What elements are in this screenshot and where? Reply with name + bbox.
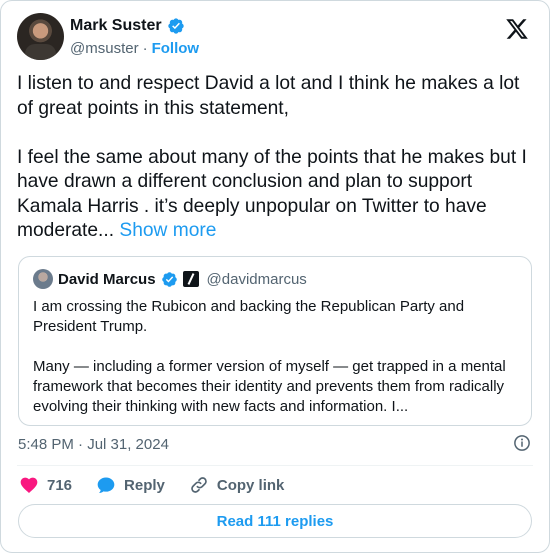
copy-link-button[interactable]: Copy link [189,475,285,495]
reply-label: Reply [124,476,165,494]
author-name-row: Mark Suster [70,17,185,35]
x-logo-icon[interactable] [505,17,529,41]
like-count: 716 [47,476,73,494]
heart-icon [20,477,38,493]
info-icon[interactable] [513,434,531,452]
link-icon [191,477,207,493]
quoted-verified-badge-icon [161,271,177,287]
tweet-timestamp[interactable]: 5:48 PM · Jul 31, 2024 [18,436,169,453]
tweet-text: I listen to and respect David a lot and … [17,72,537,244]
divider [17,465,533,466]
quoted-paragraph-2: Many — including a former version of mys… [33,358,506,415]
reply-bubble-icon [97,477,115,493]
quoted-paragraph-1: I am crossing the Rubicon and backing th… [33,298,465,335]
action-bar: 716 Reply Copy link [19,475,308,495]
tweet-paragraph-2-text: I feel the same about many of the points… [17,146,527,242]
verified-badge-icon [167,18,184,34]
author-handle-row: @msuster · Follow [70,40,199,57]
author-handle[interactable]: @msuster [70,40,139,57]
quoted-header: David Marcus @davidmarcus [33,269,307,289]
quoted-avatar [33,269,53,289]
tweet-header: Mark Suster @msuster · Follow [17,13,533,61]
like-button[interactable]: 716 [19,475,72,495]
tweet-paragraph-2: I feel the same about many of the points… [17,146,537,244]
tweet-paragraph-1: I listen to and respect David a lot and … [17,73,520,119]
follow-button[interactable]: Follow [152,40,200,57]
quoted-tweet[interactable]: David Marcus @davidmarcus I am crossing … [18,256,532,426]
author-avatar[interactable] [17,13,64,60]
tweet-card: Mark Suster @msuster · Follow I listen t… [0,0,550,553]
quoted-text: I am crossing the Rubicon and backing th… [33,297,519,417]
read-replies-button[interactable]: Read 111 replies [18,504,532,538]
separator-dot: · [142,40,148,57]
reply-button[interactable]: Reply [96,475,165,495]
affiliate-badge-icon [182,271,199,287]
quoted-author-handle: @davidmarcus [206,270,307,288]
quoted-author-name: David Marcus [58,270,156,288]
author-name[interactable]: Mark Suster [70,17,162,35]
show-more-link[interactable]: Show more [119,220,216,241]
copy-link-label: Copy link [216,476,285,494]
